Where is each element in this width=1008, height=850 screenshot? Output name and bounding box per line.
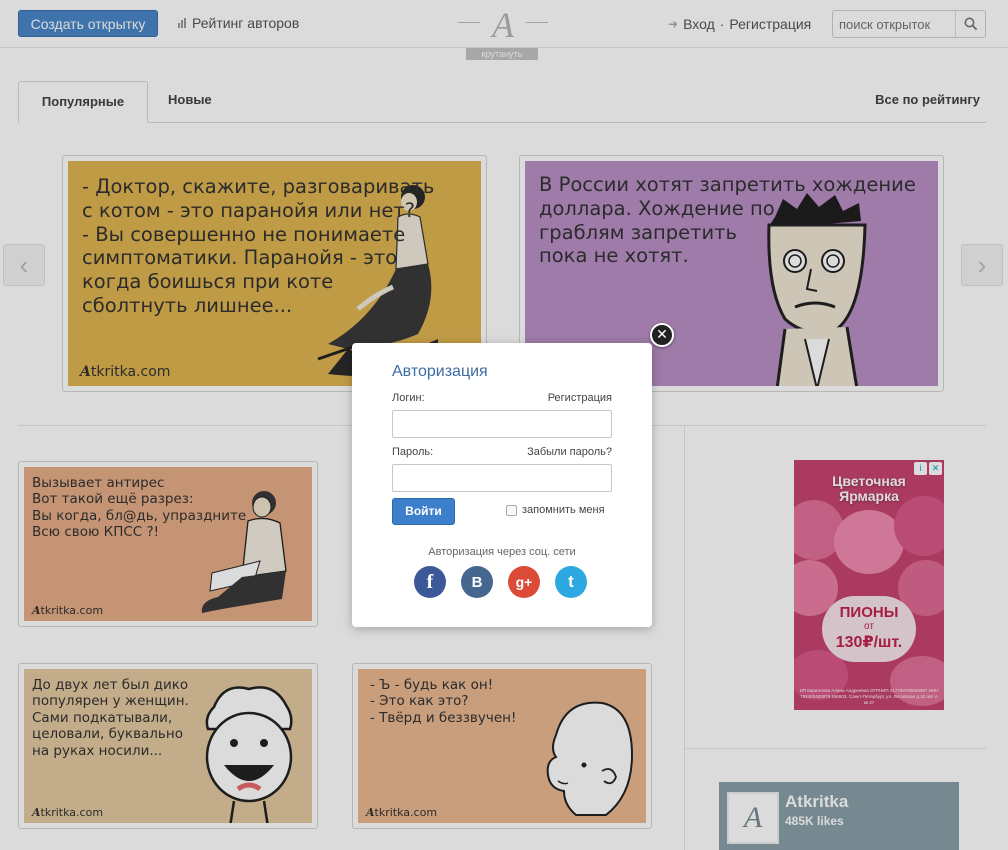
- modal-register-link[interactable]: Регистрация: [548, 392, 612, 404]
- social-login-label: Авторизация через соц. сети: [428, 546, 576, 558]
- login-input[interactable]: [392, 410, 612, 438]
- modal-title: Авторизация: [392, 363, 488, 380]
- close-icon: ✕: [656, 326, 668, 342]
- remember-checkbox[interactable]: [506, 504, 517, 516]
- vk-login-button[interactable]: B: [461, 566, 493, 598]
- vk-icon: B: [471, 573, 483, 591]
- login-submit-button[interactable]: Войти: [392, 498, 455, 525]
- login-modal: Авторизация Логин: Регистрация Пароль: З…: [352, 343, 652, 627]
- modal-close-button[interactable]: ✕: [650, 323, 674, 347]
- twitter-login-button[interactable]: t: [555, 566, 587, 598]
- twitter-icon: t: [568, 572, 574, 591]
- password-label: Пароль:: [392, 446, 434, 458]
- remember-me[interactable]: запомнить меня: [506, 504, 605, 516]
- social-login-buttons: f B g+ t: [414, 566, 587, 598]
- remember-label: запомнить меня: [522, 504, 605, 516]
- facebook-icon: f: [426, 570, 434, 593]
- password-input[interactable]: [392, 464, 612, 492]
- login-label: Логин:: [392, 392, 425, 404]
- forgot-password-link[interactable]: Забыли пароль?: [527, 446, 612, 458]
- google-plus-login-button[interactable]: g+: [508, 566, 540, 598]
- google-plus-icon: g+: [515, 574, 533, 590]
- facebook-login-button[interactable]: f: [414, 566, 446, 598]
